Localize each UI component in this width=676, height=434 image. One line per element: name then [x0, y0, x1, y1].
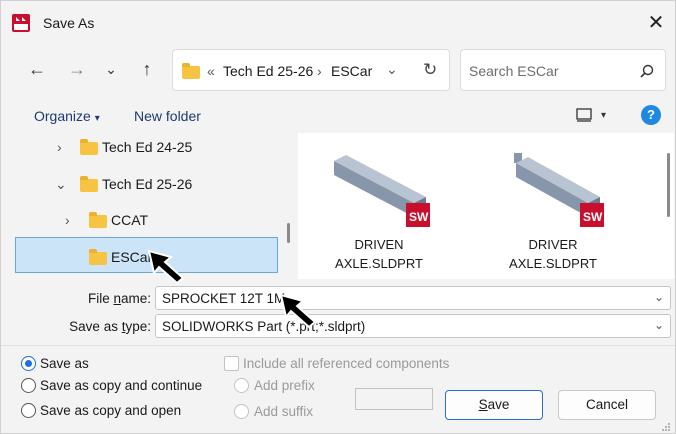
save-label: ave — [487, 397, 510, 412]
organize-caret-icon: ▾ — [94, 113, 100, 124]
chevron-down-icon: ⌄ — [105, 61, 117, 77]
forward-button[interactable]: → — [63, 55, 91, 83]
file-name-line1: DRIVER — [528, 237, 578, 252]
tree-item-label: Tech Ed 24-25 — [102, 139, 193, 155]
folder-icon — [80, 176, 98, 192]
chevron-right-icon[interactable]: › — [65, 212, 70, 228]
pointer-arrow-icon — [279, 293, 317, 329]
file-name-line1: DRIVEN — [354, 237, 404, 252]
svg-text:SW: SW — [409, 210, 429, 224]
pointer-arrow-icon — [147, 249, 185, 285]
save-type-select[interactable]: SOLIDWORKS Part (*.prt;*.sldprt) ⌄ — [155, 314, 671, 338]
refresh-icon[interactable]: ↻ — [423, 60, 437, 80]
folder-icon — [89, 249, 107, 265]
file-name-value[interactable]: SPROCKET 12T 1M — [162, 291, 285, 306]
new-folder-button[interactable]: New folder — [134, 108, 201, 124]
save-as-dialog: Save As ✕ ← → ⌄ ↑ « Tech Ed 25-26 › ESCa… — [0, 0, 676, 434]
nav-pane-scrollbar[interactable] — [287, 223, 290, 243]
save-copy-open-radio[interactable] — [21, 403, 36, 418]
breadcrumb-escar[interactable]: ESCar — [331, 63, 372, 79]
back-arrow-icon: ← — [28, 59, 46, 79]
add-suffix-radio[interactable] — [234, 404, 249, 419]
breadcrumb-tech-ed-25-26[interactable]: Tech Ed 25-26 — [223, 63, 313, 79]
up-arrow-icon: ↑ — [142, 59, 152, 79]
dialog-title: Save As — [43, 15, 95, 31]
breadcrumb-separator: › — [317, 63, 322, 79]
include-references-label[interactable]: Include all referenced components — [243, 356, 449, 371]
title-bar: Save As ✕ — [1, 1, 675, 45]
label-part: File — [87, 291, 114, 306]
file-item-driver-axle[interactable]: SW DRIVER AXLE.SLDPRT — [478, 143, 628, 271]
organize-button[interactable]: Organize ▾ — [34, 108, 100, 124]
tree-item-label: CCAT — [111, 212, 149, 228]
search-input[interactable]: Search ESCar — [469, 63, 558, 79]
tree-item-escar[interactable]: ESCar — [1, 243, 281, 273]
label-part: Save as — [69, 319, 122, 334]
part-thumbnail-icon: SW — [334, 155, 430, 227]
help-button[interactable]: ? — [641, 105, 661, 125]
up-button[interactable]: ↑ — [133, 55, 161, 83]
file-name-line2: AXLE.SLDPRT — [509, 256, 597, 271]
tree-item-label: Tech Ed 25-26 — [102, 176, 193, 192]
part-thumbnail-icon: SW — [514, 153, 604, 227]
back-button[interactable]: ← — [23, 55, 51, 83]
chevron-down-icon[interactable]: ⌄ — [654, 318, 664, 332]
add-suffix-label[interactable]: Add suffix — [254, 404, 313, 419]
cancel-button[interactable]: Cancel — [558, 390, 656, 420]
breadcrumb-overflow[interactable]: « — [207, 63, 215, 79]
address-bar[interactable]: « Tech Ed 25-26 › ESCar ⌄ ↻ — [172, 49, 450, 91]
chevron-right-icon[interactable]: › — [57, 139, 62, 155]
folder-icon — [80, 139, 98, 155]
close-icon: ✕ — [647, 12, 665, 34]
save-copy-continue-label[interactable]: Save as copy and continue — [40, 378, 202, 393]
search-icon[interactable] — [640, 64, 654, 78]
save-as-radio[interactable] — [21, 356, 36, 371]
save-copy-continue-radio[interactable] — [21, 378, 36, 393]
file-item-driven-axle[interactable]: SW DRIVEN AXLE.SLDPRT — [304, 143, 454, 271]
folder-icon — [89, 212, 107, 228]
save-as-label[interactable]: Save as — [40, 356, 89, 371]
view-options-icon[interactable] — [576, 108, 592, 122]
file-name-field[interactable]: SPROCKET 12T 1M ⌄ — [155, 286, 671, 310]
save-options-area: Save as Save as copy and continue Save a… — [1, 345, 675, 433]
svg-text:SW: SW — [583, 210, 603, 224]
chevron-down-icon[interactable]: ⌄ — [654, 290, 664, 304]
save-button[interactable]: Save — [445, 390, 543, 420]
tree-item-tech-ed-24-25[interactable]: › Tech Ed 24-25 — [1, 133, 281, 163]
include-references-checkbox[interactable] — [224, 356, 239, 371]
folder-icon — [182, 63, 200, 79]
command-bar: Organize ▾ New folder ▾ ? — [1, 97, 675, 133]
label-part: ype: — [125, 319, 151, 334]
organize-label: Organize — [34, 108, 91, 124]
file-name-line2: AXLE.SLDPRT — [335, 256, 423, 271]
recent-locations-button[interactable]: ⌄ — [97, 55, 125, 83]
file-name-label: File name: — [11, 291, 151, 306]
navigation-bar: ← → ⌄ ↑ « Tech Ed 25-26 › ESCar ⌄ ↻ Sear… — [1, 45, 675, 95]
file-view: SW DRIVEN AXLE.SLDPRT SW DRIVER AXLE.SLD… — [298, 133, 674, 279]
forward-arrow-icon: → — [68, 59, 86, 79]
solidworks-app-icon — [12, 14, 30, 32]
chevron-down-icon[interactable]: ⌄ — [55, 176, 67, 193]
tree-item-tech-ed-25-26[interactable]: ⌄ Tech Ed 25-26 — [1, 170, 281, 200]
save-type-label: Save as type: — [11, 319, 151, 334]
label-accelerator: n — [113, 291, 121, 306]
affix-text-field[interactable] — [355, 388, 433, 410]
label-part: ame: — [120, 291, 151, 306]
file-view-scrollbar[interactable] — [667, 153, 670, 217]
save-copy-open-label[interactable]: Save as copy and open — [40, 403, 181, 418]
view-options-caret-icon[interactable]: ▾ — [601, 110, 606, 121]
tree-item-ccat[interactable]: › CCAT — [1, 206, 281, 236]
close-button[interactable]: ✕ — [641, 9, 671, 37]
resize-grip-icon[interactable] — [661, 422, 671, 432]
add-prefix-label[interactable]: Add prefix — [254, 378, 315, 393]
address-dropdown-icon[interactable]: ⌄ — [386, 61, 398, 78]
save-type-value[interactable]: SOLIDWORKS Part (*.prt;*.sldprt) — [162, 319, 365, 334]
add-prefix-radio[interactable] — [234, 378, 249, 393]
search-box[interactable]: Search ESCar — [460, 49, 666, 91]
save-accelerator: S — [478, 397, 488, 412]
